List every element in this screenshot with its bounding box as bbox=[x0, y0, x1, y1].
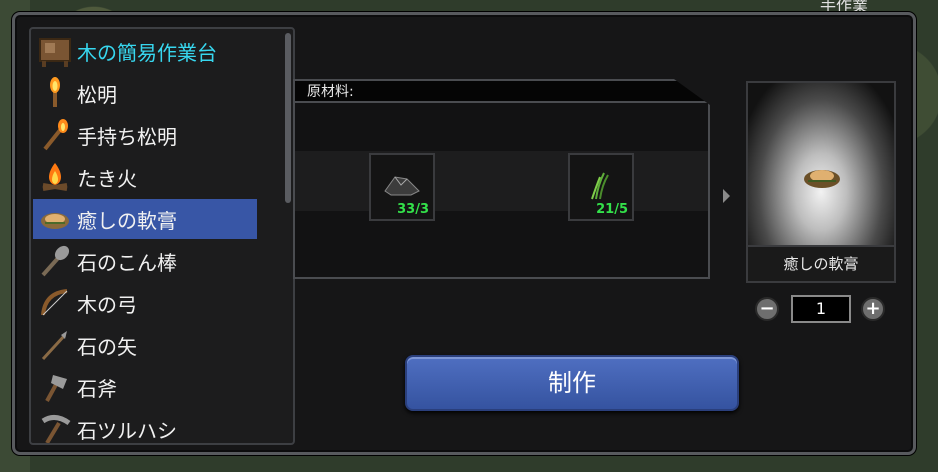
stone-axe-icon bbox=[37, 369, 73, 405]
recipe-label: 癒しの軟膏 bbox=[77, 208, 177, 233]
campfire-icon bbox=[37, 159, 73, 195]
wooden-bow-icon bbox=[37, 285, 73, 321]
materials-band bbox=[295, 151, 708, 211]
recipe-label: 石斧 bbox=[77, 376, 117, 401]
quantity-input[interactable]: 1 bbox=[791, 295, 851, 323]
output-preview: 癒しの軟膏 bbox=[746, 81, 896, 283]
recipe-list-scrollbar[interactable] bbox=[285, 33, 291, 203]
materials-header: 原材料: bbox=[295, 81, 708, 103]
recipe-item-stone-axe[interactable]: 石斧 bbox=[33, 367, 257, 407]
recipe-item-stone-pickaxe[interactable]: 石ツルハシ bbox=[33, 409, 257, 443]
recipe-item-torch[interactable]: 松明 bbox=[33, 73, 257, 113]
crafting-window: 木の簡易作業台 松明 手持ち松明 たき火 癒しの軟膏 石のこん棒 木の弓 石の矢… bbox=[12, 12, 916, 455]
recipe-item-workbench[interactable]: 木の簡易作業台 bbox=[33, 31, 257, 71]
arrow-right-icon bbox=[723, 189, 730, 203]
recipe-label: たき火 bbox=[77, 166, 137, 191]
stone-club-icon bbox=[37, 243, 73, 279]
recipe-item-healing-salve[interactable]: 癒しの軟膏 bbox=[33, 199, 257, 239]
recipe-label: 木の簡易作業台 bbox=[77, 40, 217, 65]
workbench-icon bbox=[37, 33, 73, 69]
recipe-item-campfire[interactable]: たき火 bbox=[33, 157, 257, 197]
torch-icon bbox=[37, 75, 73, 111]
recipe-label: 手持ち松明 bbox=[77, 124, 177, 149]
material-slot-fiber[interactable]: 21/5 bbox=[568, 153, 634, 221]
decrease-quantity-button[interactable]: − bbox=[755, 297, 779, 321]
recipe-item-stone-club[interactable]: 石のこん棒 bbox=[33, 241, 257, 281]
healing-salve-icon bbox=[37, 201, 73, 237]
recipe-item-wooden-bow[interactable]: 木の弓 bbox=[33, 283, 257, 323]
craft-button[interactable]: 制作 bbox=[405, 355, 739, 411]
recipe-item-hand-torch[interactable]: 手持ち松明 bbox=[33, 115, 257, 155]
recipe-label: 木の弓 bbox=[77, 292, 137, 317]
material-count: 33/3 bbox=[397, 202, 429, 217]
recipe-label: 松明 bbox=[77, 82, 117, 107]
quantity-stepper: − 1 + bbox=[755, 295, 890, 323]
material-slot-stone[interactable]: 33/3 bbox=[369, 153, 435, 221]
recipe-label: 石のこん棒 bbox=[77, 250, 177, 275]
recipe-list: 木の簡易作業台 松明 手持ち松明 たき火 癒しの軟膏 石のこん棒 木の弓 石の矢… bbox=[29, 27, 295, 445]
output-item-name: 癒しの軟膏 bbox=[748, 245, 894, 281]
stone-arrow-icon bbox=[37, 327, 73, 363]
material-count: 21/5 bbox=[596, 202, 628, 217]
recipe-label: 石ツルハシ bbox=[77, 418, 177, 443]
stone-pickaxe-icon bbox=[37, 411, 73, 443]
recipe-label: 石の矢 bbox=[77, 334, 137, 359]
increase-quantity-button[interactable]: + bbox=[861, 297, 885, 321]
hand-torch-icon bbox=[37, 117, 73, 153]
materials-panel: 原材料: 33/3 21/5 bbox=[293, 79, 710, 279]
recipe-item-stone-arrow[interactable]: 石の矢 bbox=[33, 325, 257, 365]
healing-salve-icon bbox=[804, 170, 840, 188]
